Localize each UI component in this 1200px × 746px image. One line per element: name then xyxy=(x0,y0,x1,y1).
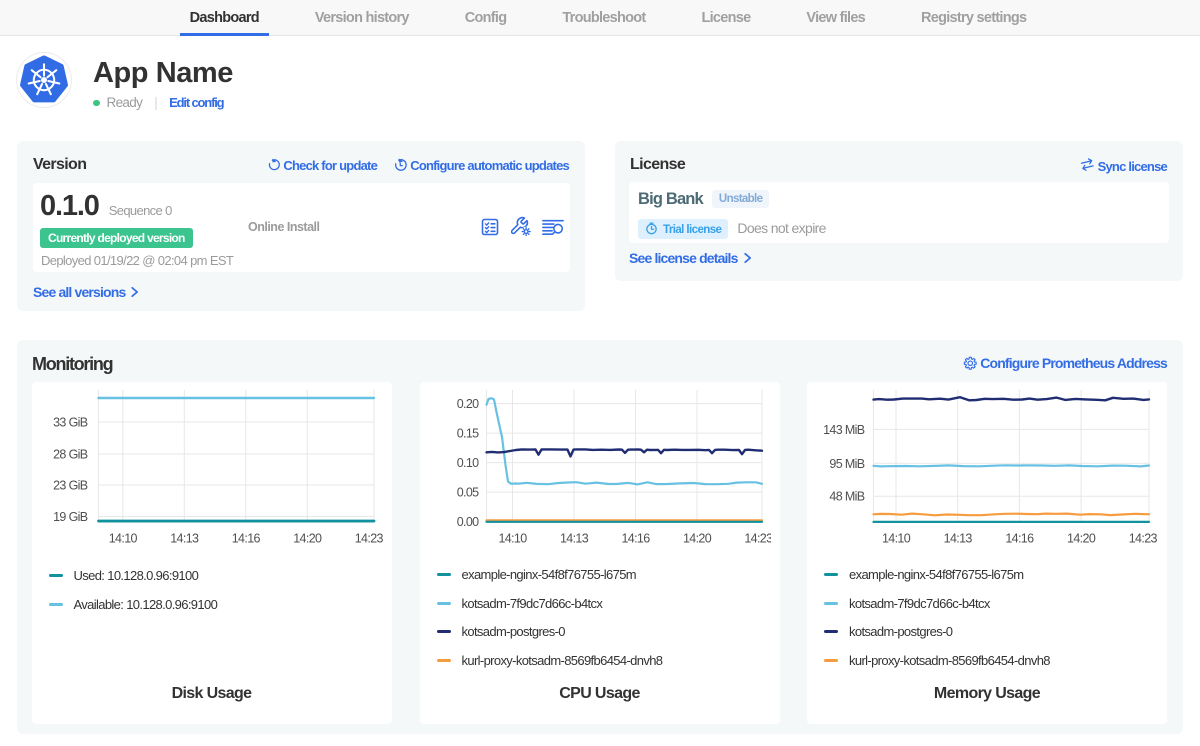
svg-text:0.15: 0.15 xyxy=(456,427,478,441)
svg-text:0.10: 0.10 xyxy=(456,456,478,470)
svg-text:0.05: 0.05 xyxy=(456,486,478,500)
svg-text:33 GiB: 33 GiB xyxy=(53,416,88,430)
svg-text:28 GiB: 28 GiB xyxy=(53,448,88,462)
svg-text:19 GiB: 19 GiB xyxy=(53,510,88,524)
svg-text:0.20: 0.20 xyxy=(456,397,478,411)
svg-text:14:20: 14:20 xyxy=(1067,532,1096,546)
svg-text:14:10: 14:10 xyxy=(498,532,527,546)
svg-text:14:23: 14:23 xyxy=(744,532,771,546)
svg-text:14:13: 14:13 xyxy=(944,532,973,546)
svg-text:14:16: 14:16 xyxy=(621,532,650,546)
svg-text:14:23: 14:23 xyxy=(1129,532,1158,546)
svg-text:14:13: 14:13 xyxy=(559,532,588,546)
svg-text:14:23: 14:23 xyxy=(354,532,382,546)
svg-text:14:10: 14:10 xyxy=(108,532,137,546)
svg-text:95 MiB: 95 MiB xyxy=(829,457,864,471)
svg-text:23 GiB: 23 GiB xyxy=(53,479,88,493)
svg-text:14:16: 14:16 xyxy=(1005,532,1034,546)
svg-text:0.00: 0.00 xyxy=(456,515,478,529)
svg-text:48 MiB: 48 MiB xyxy=(829,490,864,504)
svg-text:14:10: 14:10 xyxy=(882,532,911,546)
svg-text:14:20: 14:20 xyxy=(682,532,711,546)
svg-text:14:13: 14:13 xyxy=(170,532,199,546)
svg-text:14:20: 14:20 xyxy=(293,532,322,546)
svg-text:14:16: 14:16 xyxy=(231,532,260,546)
svg-text:143 MiB: 143 MiB xyxy=(823,423,865,437)
